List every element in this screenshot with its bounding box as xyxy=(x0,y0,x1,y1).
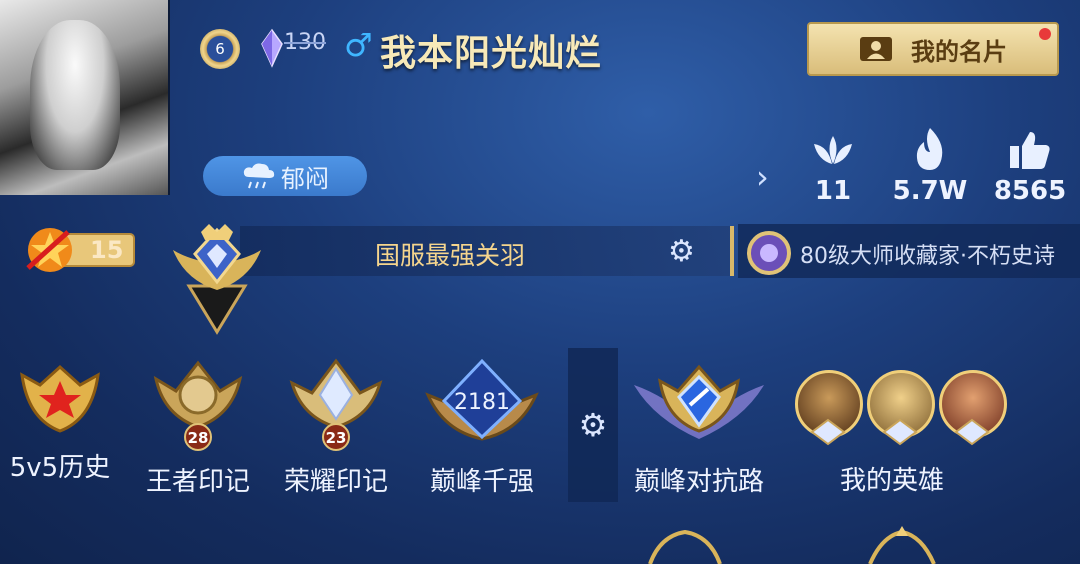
stat-thumbs[interactable]: 8565 xyxy=(990,128,1070,206)
hero-rank-icon xyxy=(882,418,918,446)
top-lane-medal-icon xyxy=(634,364,764,439)
stat-popularity[interactable]: 5.7W xyxy=(890,128,970,206)
achievement-label: 5v5历史 xyxy=(9,453,111,483)
gear-icon[interactable]: ⚙ xyxy=(668,234,695,269)
gender-icon: ♂ xyxy=(344,26,373,64)
notification-dot xyxy=(1039,28,1051,40)
achievement-label: 荣耀印记 xyxy=(283,467,388,497)
achievement-badge-count: 28 xyxy=(188,429,209,447)
player-level-value: 6 xyxy=(215,40,225,58)
crystal-icon xyxy=(261,28,283,68)
gear-icon: ⚙ xyxy=(578,406,608,444)
peak-top-lane[interactable]: 巅峰对抗路 xyxy=(624,355,774,498)
rank-emblem-icon[interactable] xyxy=(165,220,269,336)
hero-rank-icon xyxy=(810,418,846,446)
peak-road-label: 巅峰对抗路 xyxy=(633,467,764,497)
achievement-5v5-history[interactable]: 5v5历史 xyxy=(0,355,120,484)
collector-medal-icon xyxy=(747,231,791,275)
achievement-label: 王者印记 xyxy=(145,467,250,497)
bottom-medal-icon xyxy=(868,526,936,564)
account-level-value: 15 xyxy=(90,236,124,264)
flame-icon xyxy=(916,128,943,170)
achievement-settings-button[interactable]: ⚙ xyxy=(568,348,618,502)
player-name: 我本阳光灿烂 xyxy=(380,33,603,74)
stat-value: 8565 xyxy=(993,176,1067,206)
history-medal-icon xyxy=(20,364,100,433)
achievement-label: 巅峰千强 xyxy=(429,467,534,497)
rain-cloud-icon xyxy=(243,163,275,189)
achievement-glory-mark[interactable]: 23 荣耀印记 xyxy=(276,355,396,498)
player-level-badge: 6 xyxy=(200,29,240,69)
thumbs-up-icon xyxy=(1010,132,1050,169)
lotus-icon xyxy=(814,136,852,164)
achievement-king-mark[interactable]: 28 王者印记 xyxy=(138,355,258,498)
my-card-label: 我的名片 xyxy=(911,37,1007,66)
crystal-count: 130 xyxy=(284,30,326,55)
id-card-icon xyxy=(860,37,892,61)
chevron-right-icon[interactable]: › xyxy=(756,158,769,196)
mood-label: 郁闷 xyxy=(281,164,329,193)
achievement-badge-count: 2181 xyxy=(454,390,510,415)
collector-title: 80级大师收藏家·不朽史诗 xyxy=(800,244,1055,269)
glory-mark-icon: 23 xyxy=(289,358,383,451)
achievement-badge-count: 23 xyxy=(326,429,347,447)
mood-status[interactable]: 郁闷 xyxy=(203,156,367,196)
stat-value: 11 xyxy=(814,176,852,206)
peak-medal-icon: 2181 xyxy=(425,358,539,441)
my-heroes-label[interactable]: 我的英雄 xyxy=(840,460,944,497)
my-card-button[interactable]: 我的名片 xyxy=(807,22,1059,76)
king-mark-icon: 28 xyxy=(153,360,243,451)
rank-title: 国服最强关羽 xyxy=(375,241,526,270)
bottom-medal-icon xyxy=(648,529,722,564)
achievement-peak-top-thousand[interactable]: 2181 巅峰千强 xyxy=(422,355,542,498)
hero-rank-icon xyxy=(954,418,990,446)
stat-likes-lotus[interactable]: 11 xyxy=(793,128,873,206)
player-avatar[interactable] xyxy=(0,0,170,195)
stat-value: 5.7W xyxy=(892,176,968,206)
